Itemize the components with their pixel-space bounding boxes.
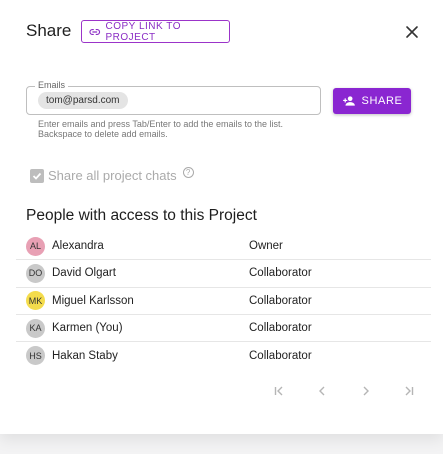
avatar: HS	[26, 346, 45, 366]
check-icon	[32, 172, 42, 180]
people-section-title: People with access to this Project	[26, 207, 257, 224]
share-button[interactable]: SHARE	[333, 88, 411, 114]
person-name: Karmen (You)	[52, 322, 123, 335]
close-icon[interactable]	[404, 24, 420, 40]
dialog-title: Share	[26, 21, 72, 40]
table-row: HS Hakan Staby Collaborator	[16, 342, 431, 369]
person-role: Collaborator	[249, 322, 312, 335]
table-row: DO David Olgart Collaborator	[16, 260, 431, 288]
copy-link-label: COPY LINK TO PROJECT	[105, 20, 181, 43]
share-chats-checkbox-row[interactable]: Share all project chats ?	[30, 167, 194, 183]
table-row: MK Miguel Karlsson Collaborator	[16, 288, 431, 315]
table-row: AL Alexandra Owner	[16, 233, 431, 261]
person-name: Miguel Karlsson	[52, 294, 134, 307]
chevron-right-icon[interactable]	[359, 384, 373, 398]
table-row: KA Karmen (You) Collaborator	[16, 315, 431, 343]
last-page-icon[interactable]	[402, 384, 416, 398]
person-role: Collaborator	[249, 349, 312, 362]
avatar: KA	[26, 318, 45, 338]
person-role: Collaborator	[249, 267, 312, 280]
chevron-left-icon[interactable]	[315, 384, 329, 398]
person-role: Collaborator	[249, 294, 312, 307]
email-label: Emails	[35, 80, 69, 90]
avatar: DO	[26, 263, 45, 283]
help-icon[interactable]: ?	[182, 167, 194, 178]
avatar: AL	[26, 236, 45, 256]
person-name: Hakan Staby	[52, 349, 118, 362]
email-chip[interactable]: tom@parsd.com	[38, 92, 128, 109]
share-chats-label: Share all project chats	[48, 168, 177, 183]
link-icon	[89, 28, 101, 35]
person-name: David Olgart	[52, 267, 116, 280]
avatar: MK	[26, 291, 45, 311]
copy-link-button[interactable]: COPY LINK TO PROJECT	[81, 20, 230, 43]
person-role: Owner	[249, 240, 283, 253]
share-button-label: SHARE	[361, 95, 403, 107]
share-chats-checkbox[interactable]	[30, 168, 44, 183]
person-name: Alexandra	[52, 240, 104, 253]
person-add-icon	[342, 96, 355, 106]
people-list: AL Alexandra Owner DO David Olgart Colla…	[16, 233, 431, 369]
email-helper-text: Enter emails and press Tab/Enter to add …	[38, 119, 283, 139]
first-page-icon[interactable]	[272, 384, 286, 398]
share-dialog: Share COPY LINK TO PROJECT Emails tom@pa…	[0, 0, 443, 434]
